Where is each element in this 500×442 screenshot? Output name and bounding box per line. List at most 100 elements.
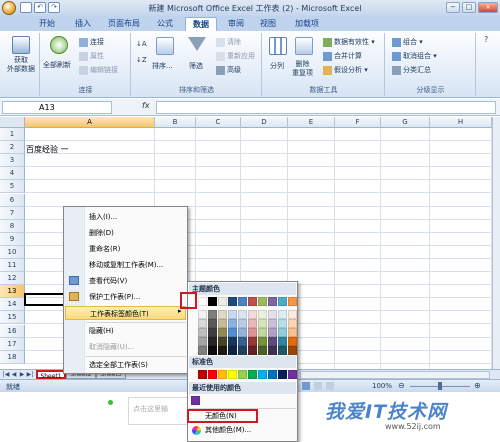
row-header-6[interactable]: 6 [0,193,25,207]
data-validation-button[interactable]: 数据有效性 ▾ [323,37,375,47]
theme-shade-swatch[interactable] [248,337,257,346]
theme-shade-swatch[interactable] [248,310,257,319]
ungroup-button[interactable]: 取消组合 ▾ [392,51,437,61]
tab-view[interactable]: 视图 [254,17,282,31]
theme-shade-swatch[interactable] [258,346,267,355]
theme-shade-swatch[interactable] [268,319,277,328]
row-header-15[interactable]: 15 [0,311,25,325]
theme-color-swatch[interactable] [218,297,227,306]
row-header-11[interactable]: 11 [0,259,25,272]
theme-color-swatch[interactable] [248,297,257,306]
theme-shade-swatch[interactable] [238,310,247,319]
comment-input[interactable]: 点击这里输 [128,397,188,425]
theme-shade-swatch[interactable] [198,319,207,328]
group-button[interactable]: 组合 ▾ [392,37,423,47]
theme-shade-swatch[interactable] [288,346,297,355]
theme-shade-swatch[interactable] [208,346,217,355]
theme-shade-swatch[interactable] [268,328,277,337]
tab-formulas[interactable]: 公式 [150,17,180,31]
theme-shade-swatch[interactable] [278,346,287,355]
save-icon[interactable] [20,2,32,13]
column-header-c[interactable]: C [196,117,241,128]
vertical-scrollbar[interactable] [492,117,500,369]
theme-color-swatch[interactable] [268,297,277,306]
column-header-b[interactable]: B [155,117,196,128]
properties-button[interactable]: 属性 [79,51,104,61]
text-to-columns-button[interactable]: 分列 [270,61,284,71]
connections-button[interactable]: 连接 [79,37,104,47]
theme-shade-swatch[interactable] [288,319,297,328]
standard-color-swatch[interactable] [248,370,257,379]
theme-shade-swatch[interactable] [228,310,237,319]
theme-shade-swatch[interactable] [238,328,247,337]
remove-duplicates-button[interactable]: 删除 重复项 [292,60,313,78]
theme-shade-swatch[interactable] [248,346,257,355]
theme-shade-swatch[interactable] [228,328,237,337]
theme-shade-swatch[interactable] [228,346,237,355]
standard-color-swatch[interactable] [288,370,297,379]
standard-color-swatch[interactable] [218,370,227,379]
theme-shade-swatch[interactable] [258,310,267,319]
theme-shade-swatch[interactable] [248,319,257,328]
theme-color-swatch[interactable] [198,297,207,306]
tab-page-layout[interactable]: 页面布局 [102,17,146,31]
cell-a2[interactable]: 百度经验 一 [26,144,69,155]
next-sheet-icon[interactable]: ▶ [18,371,26,379]
theme-shade-swatch[interactable] [228,319,237,328]
edit-links-button[interactable]: 编辑链接 [79,65,118,75]
prev-sheet-icon[interactable]: ◀ [10,371,18,379]
row-header-5[interactable]: 5 [0,180,25,194]
maximize-button[interactable]: □ [462,2,476,13]
zoom-slider-thumb[interactable] [438,382,442,390]
insert-function-icon[interactable]: fx [142,101,154,114]
column-header-e[interactable]: E [288,117,335,128]
menu-hide[interactable]: 隐藏(H) [86,324,187,338]
column-header-d[interactable]: D [241,117,288,128]
theme-shade-swatch[interactable] [208,337,217,346]
theme-shade-swatch[interactable] [268,346,277,355]
theme-shade-swatch[interactable] [248,328,257,337]
theme-shade-swatch[interactable] [238,346,247,355]
theme-shade-swatch[interactable] [208,319,217,328]
theme-shade-swatch[interactable] [218,337,227,346]
column-header-g[interactable]: G [381,117,430,128]
consolidate-button[interactable]: 合并计算 [323,51,362,61]
tab-insert[interactable]: 插入 [68,17,98,31]
menu-insert[interactable]: 插入(I)... [86,210,187,224]
clear-button[interactable]: 清除 [216,37,241,47]
theme-shade-swatch[interactable] [198,337,207,346]
tab-home[interactable]: 开始 [30,17,64,31]
theme-color-swatch[interactable] [258,297,267,306]
row-header-3[interactable]: 3 [0,154,25,168]
row-header-13[interactable]: 13 [0,285,25,299]
get-external-data-button[interactable]: 获取 外部数据 [4,56,38,74]
theme-color-swatch[interactable] [238,297,247,306]
theme-shade-swatch[interactable] [258,337,267,346]
theme-shade-swatch[interactable] [288,310,297,319]
theme-shade-swatch[interactable] [288,328,297,337]
what-if-button[interactable]: 假设分析 ▾ [323,65,368,75]
undo-icon[interactable]: ↶ [34,2,46,13]
advanced-button[interactable]: 高级 [216,65,241,75]
close-button[interactable]: × [478,2,498,13]
row-header-2[interactable]: 2 [0,141,25,155]
redo-icon[interactable]: ↷ [48,2,60,13]
theme-shade-swatch[interactable] [198,346,207,355]
row-header-14[interactable]: 14 [0,298,25,312]
theme-shade-swatch[interactable] [278,319,287,328]
row-header-4[interactable]: 4 [0,167,25,181]
horizontal-scrollbar[interactable] [300,371,490,379]
filter-button[interactable]: 筛选 [189,61,203,71]
theme-shade-swatch[interactable] [278,337,287,346]
reapply-button[interactable]: 重新应用 [216,51,255,61]
theme-shade-swatch[interactable] [208,328,217,337]
theme-shade-swatch[interactable] [258,319,267,328]
column-header-f[interactable]: F [335,117,381,128]
theme-shade-swatch[interactable] [218,346,227,355]
theme-shade-swatch[interactable] [258,328,267,337]
row-header-8[interactable]: 8 [0,219,25,233]
standard-color-swatch[interactable] [278,370,287,379]
theme-shade-swatch[interactable] [218,319,227,328]
row-header-16[interactable]: 16 [0,324,25,338]
no-color-option[interactable]: 无颜色(N) [187,409,258,423]
